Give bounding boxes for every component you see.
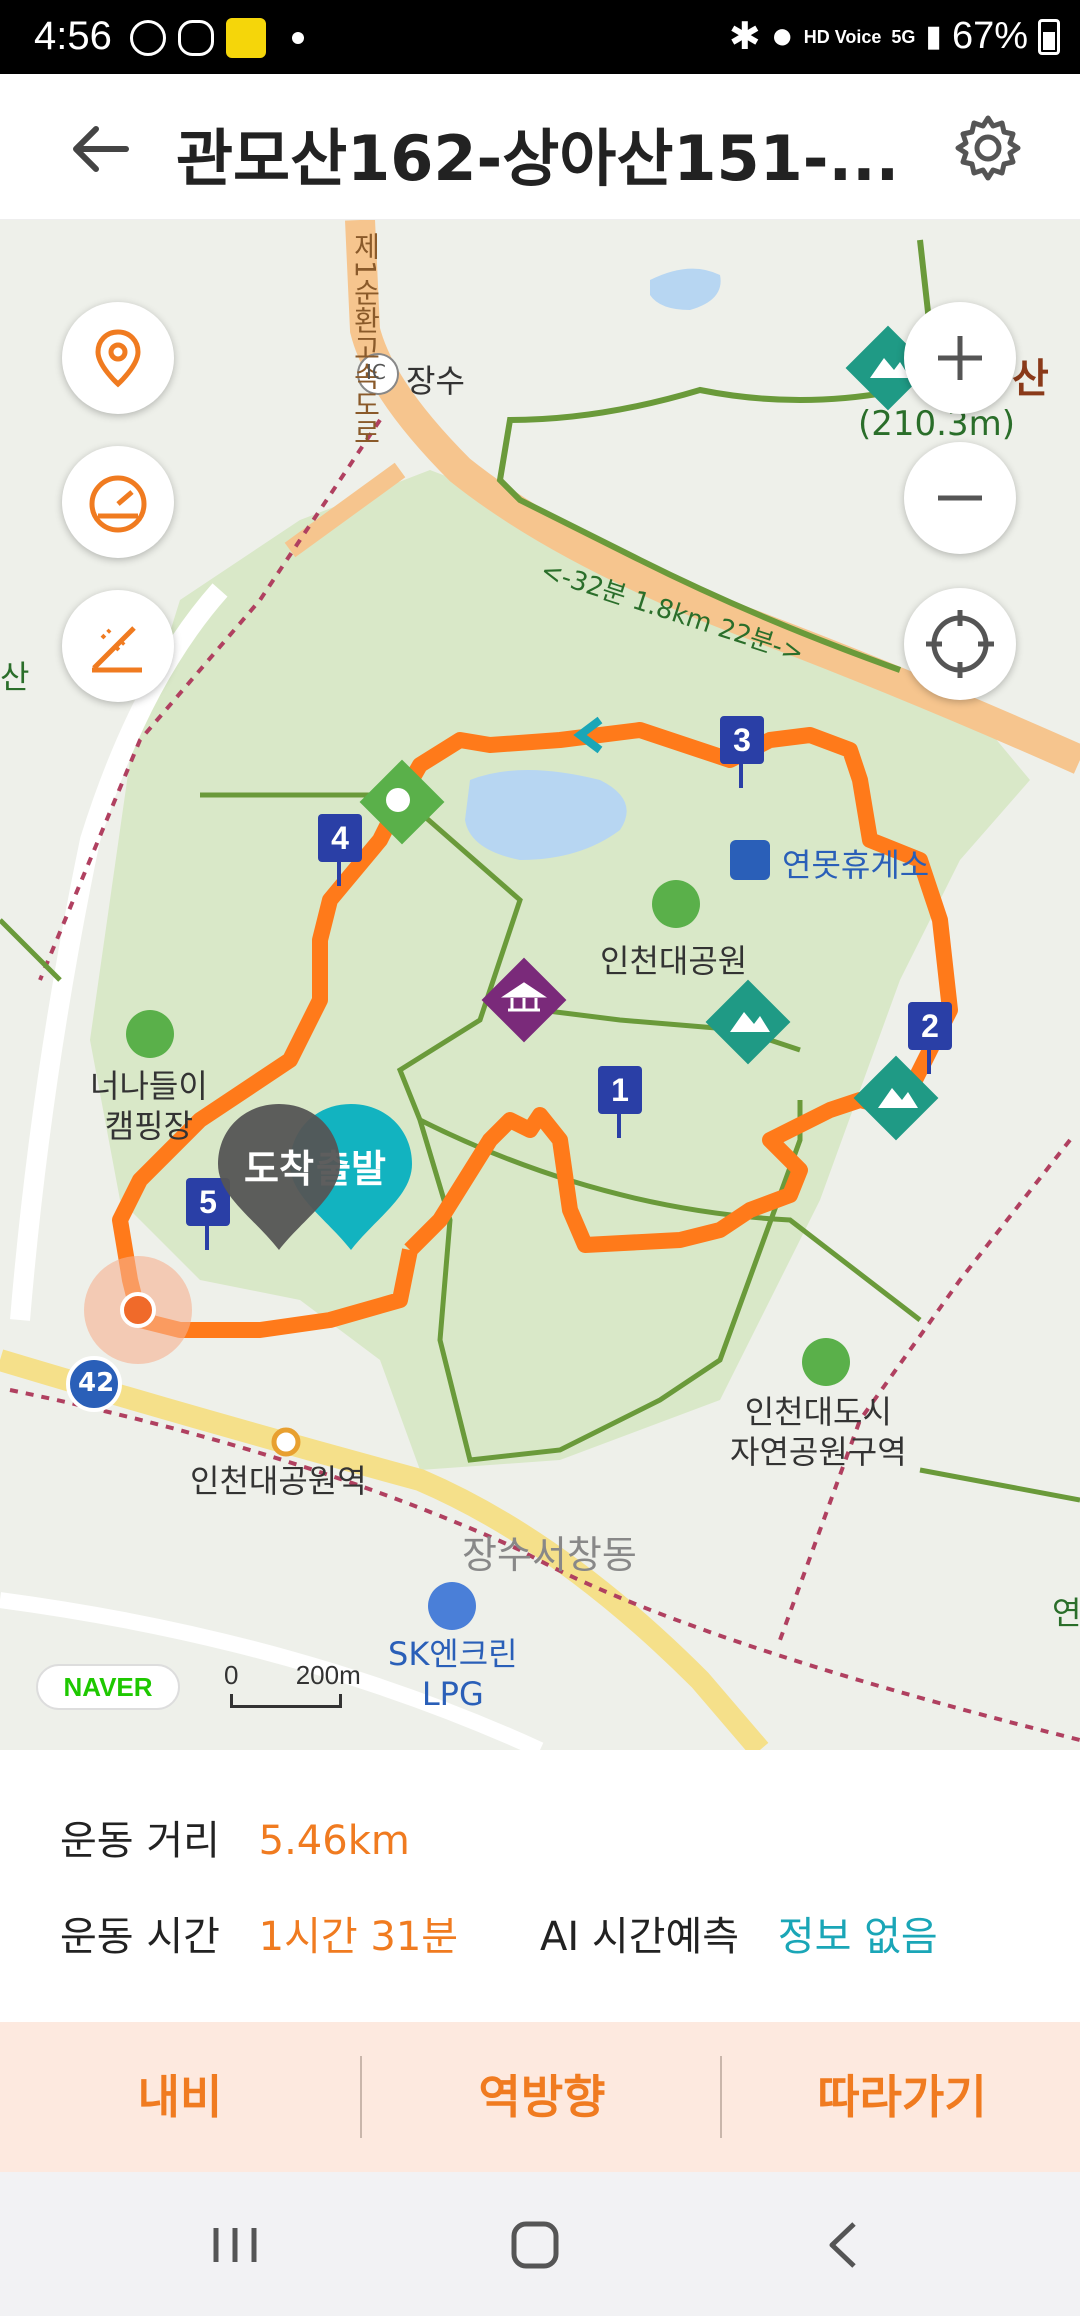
recent-apps-button[interactable] (200, 2210, 270, 2280)
signal-icon: ▮ (925, 20, 942, 53)
naver-logo: NAVER (36, 1664, 180, 1710)
app-b-icon (130, 20, 166, 56)
crosshair-icon (926, 610, 994, 678)
shoe-icon (178, 20, 214, 56)
hd-voice-label: HD Voice (803, 26, 882, 47)
speedometer-icon (89, 475, 147, 533)
recent-apps-icon (213, 2228, 257, 2262)
current-location-button[interactable] (904, 588, 1016, 700)
follow-button[interactable]: 따라가기 (722, 2022, 1080, 2172)
peak-name-label: 산 (1012, 356, 1049, 402)
ai-estimate-label: AI 시간예측 (540, 1914, 740, 1960)
arrow-left-icon (73, 126, 129, 172)
park-area (90, 470, 1030, 1470)
battery-percent: 67% (951, 15, 1028, 57)
rest-area-label: 연못휴게소 (782, 846, 930, 884)
distance-row: 운동 거리 5.46km (60, 1808, 410, 1866)
scale-label: 200m (295, 1660, 361, 1690)
route-marker-1[interactable]: 1 (598, 1066, 642, 1138)
plus-icon (938, 336, 982, 380)
scale-bar (230, 1694, 342, 1708)
distance-value: 5.46km (258, 1818, 410, 1864)
minus-icon (938, 495, 982, 501)
network-5g-label: 5G (891, 26, 916, 47)
bluetooth-icon: ✱ (728, 16, 761, 58)
ic-badge: IC (366, 360, 386, 384)
location-button[interactable] (62, 302, 174, 414)
station-icon (271, 1427, 301, 1457)
gas-station-icon (428, 1582, 476, 1630)
park-poi-icon (652, 880, 700, 928)
reverse-button[interactable]: 역방향 (362, 2022, 722, 2172)
arrival-pin[interactable]: 도착 (214, 1100, 344, 1260)
map-view[interactable]: 제1순환고속도로 IC 장수 산 (210.3m) <-32분 1.8km 22… (0, 220, 1080, 1750)
location-status-icon: ● (770, 15, 794, 57)
station-label: 인천대공원역 (190, 1462, 367, 1500)
system-nav-bar (0, 2172, 1080, 2316)
system-back-button[interactable] (810, 2210, 880, 2280)
park-label: 인천대공원 (600, 942, 748, 980)
ai-estimate-row: AI 시간예측 정보 없음 (540, 1904, 938, 1962)
current-location-dot (120, 1292, 156, 1328)
nature-poi-icon (802, 1338, 850, 1386)
ai-estimate-value: 정보 없음 (777, 1914, 938, 1960)
notification-icons (130, 18, 304, 58)
battery-icon (1038, 18, 1060, 55)
app-header: 관모산162-상아산151-... (0, 74, 1080, 220)
camping-poi-icon (126, 1010, 174, 1058)
zoom-out-button[interactable] (904, 442, 1016, 554)
expressway-label: 제1순환고속도로 (349, 232, 382, 446)
more-notifications-dot-icon (292, 32, 304, 44)
route-marker-3[interactable]: 3 (720, 716, 764, 788)
gas-station-label: SK엔크린 LPG (388, 1635, 518, 1713)
status-time: 4:56 (34, 14, 112, 58)
gear-icon (955, 115, 1021, 181)
time-label: 운동 시간 (60, 1914, 220, 1960)
navi-button[interactable]: 내비 (0, 2022, 360, 2172)
workout-info-panel: 운동 거리 5.46km 운동 시간 1시간 31분 AI 시간예측 정보 없음 (0, 1750, 1080, 2022)
zoom-in-button[interactable] (904, 302, 1016, 414)
railway-3 (778, 1138, 1072, 1641)
map-scale: 0 200m (224, 1660, 361, 1708)
nature-park-label: 인천대도시 자연공원구역 (730, 1393, 907, 1471)
ic-name-label: 장수 (406, 362, 465, 400)
chevron-left-icon (829, 2222, 856, 2268)
arrival-pin-label: 도착 (244, 1147, 314, 1191)
back-button[interactable] (66, 114, 136, 184)
status-bar: 4:56 ✱ ● HD Voice 5G ▮ 67% (0, 0, 1080, 74)
left-edge-label: 산 (0, 658, 30, 696)
action-bar: 내비 역방향 따라가기 (0, 2022, 1080, 2172)
app-yellow-icon (226, 18, 266, 58)
time-value: 1시간 31분 (258, 1914, 459, 1960)
camping-label: 너나들이 캠핑장 (90, 1067, 208, 1145)
status-indicators: ✱ ● HD Voice 5G ▮ 67% (729, 14, 1060, 59)
route-marker-4[interactable]: 4 (318, 814, 362, 886)
restaurant-poi-icon (730, 840, 770, 880)
elevation-icon (92, 626, 142, 673)
time-row: 운동 시간 1시간 31분 (60, 1904, 458, 1962)
route-marker-2[interactable]: 2 (908, 1002, 952, 1074)
pond (650, 268, 721, 310)
location-pin-icon (95, 329, 141, 388)
road-badge-label: 42 (78, 1368, 115, 1398)
settings-button[interactable] (950, 110, 1026, 186)
altitude-button[interactable] (62, 590, 174, 702)
home-icon (511, 2221, 559, 2269)
speed-button[interactable] (62, 446, 174, 558)
page-title: 관모산162-상아산151-... (176, 122, 900, 195)
district-label: 장수서창동 (462, 1533, 637, 1577)
distance-label: 운동 거리 (60, 1818, 220, 1864)
right-edge-label: 연 (1052, 1594, 1080, 1632)
scale-zero: 0 (224, 1660, 239, 1690)
home-button[interactable] (500, 2210, 570, 2280)
